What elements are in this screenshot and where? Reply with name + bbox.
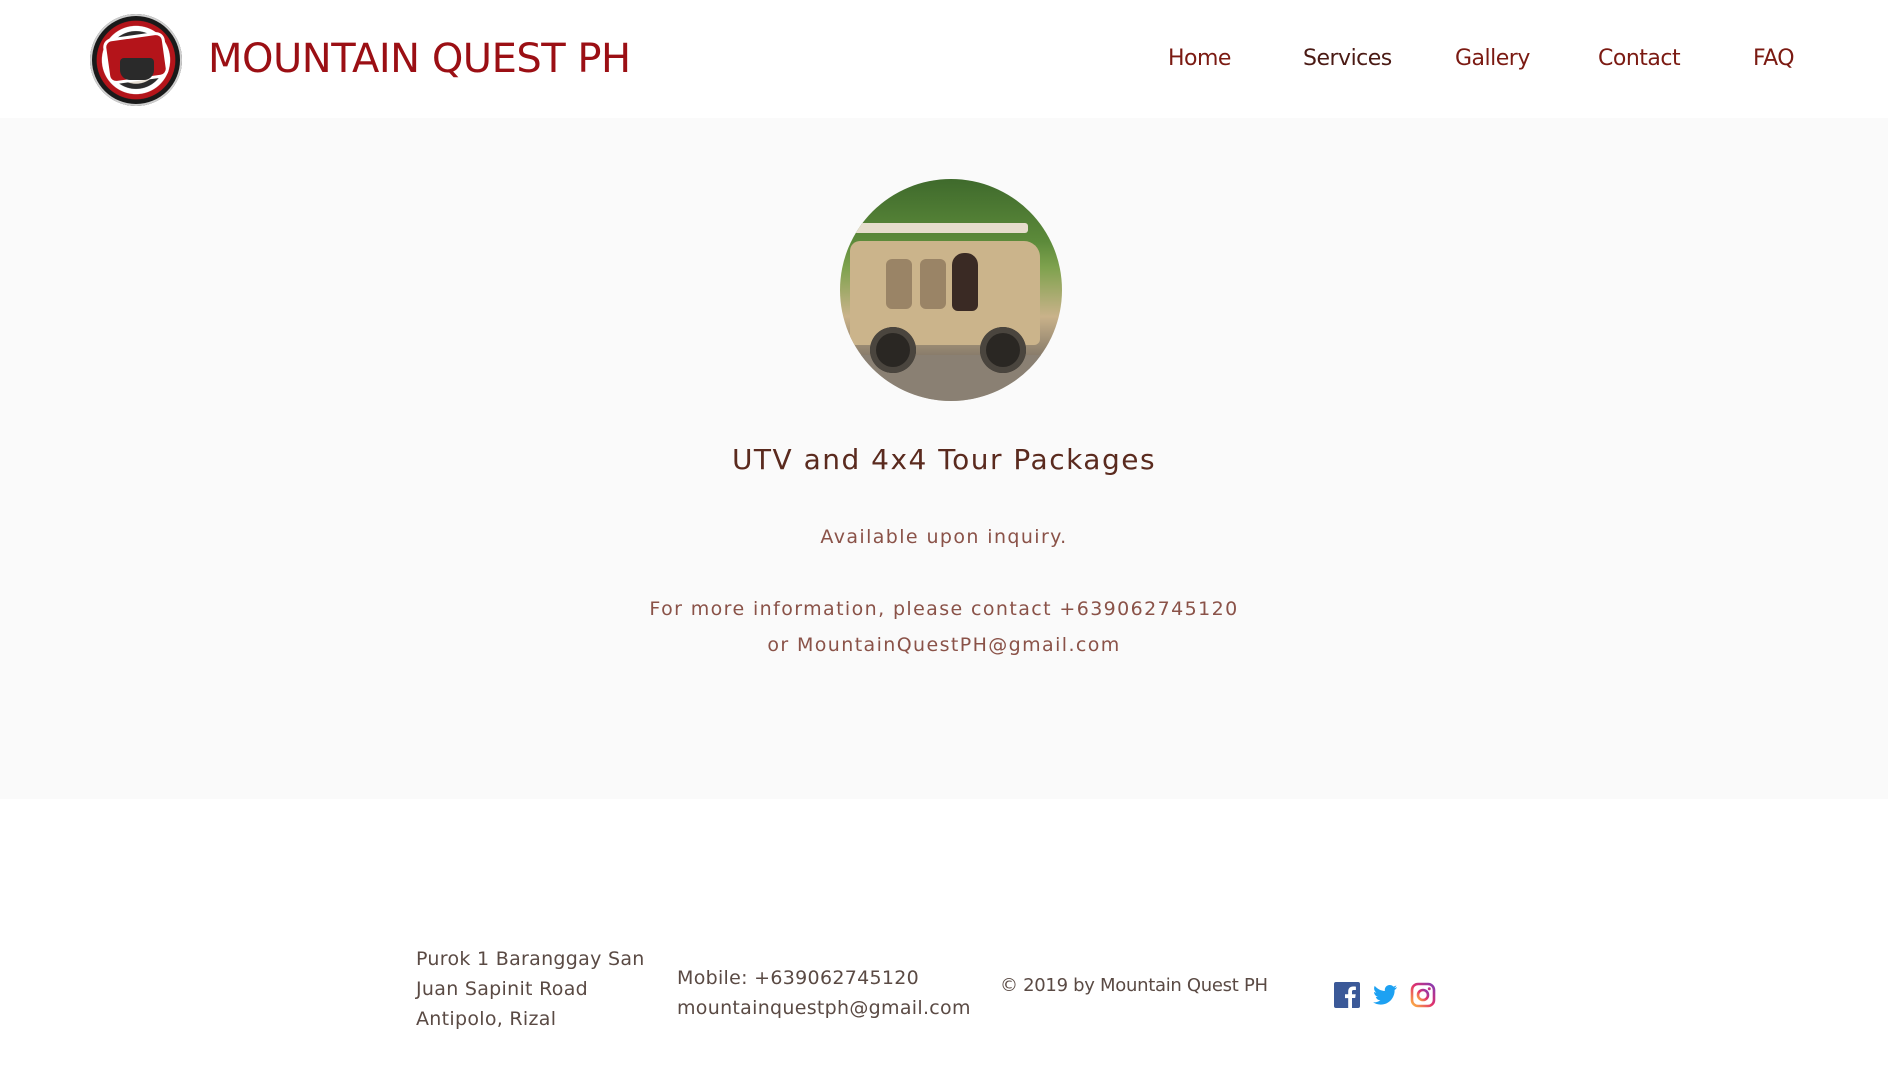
footer-email-link[interactable]: mountainquestph@gmail.com bbox=[677, 993, 971, 1023]
services-section: UTV and 4x4 Tour Packages Available upon… bbox=[0, 118, 1888, 799]
twitter-icon[interactable] bbox=[1372, 982, 1398, 1008]
nav-item-faq[interactable]: FAQ bbox=[1753, 46, 1795, 71]
nav-item-contact[interactable]: Contact bbox=[1598, 46, 1681, 71]
photo-seat bbox=[886, 259, 912, 309]
address-line: Antipolo, Rizal bbox=[416, 1008, 557, 1030]
utv-photo bbox=[840, 179, 1062, 401]
footer-copyright: © 2019 by Mountain Quest PH bbox=[1000, 975, 1268, 996]
photo-seat bbox=[920, 259, 946, 309]
more-info-text: For more information, please contact +63… bbox=[649, 598, 1239, 620]
package-title: UTV and 4x4 Tour Packages bbox=[731, 443, 1157, 476]
photo-vehicle-roof bbox=[852, 223, 1028, 233]
photo-wheel bbox=[870, 327, 916, 373]
footer-address: Purok 1 Baranggay San Juan Sapinit Road … bbox=[416, 944, 645, 1034]
mountain-quest-logo-icon[interactable] bbox=[90, 14, 182, 106]
photo-wheel bbox=[980, 327, 1026, 373]
nav-item-home[interactable]: Home bbox=[1168, 46, 1231, 71]
photo-driver bbox=[952, 253, 978, 311]
footer-mobile: Mobile: +639062745120 bbox=[677, 967, 920, 989]
availability-text: Available upon inquiry. bbox=[820, 526, 1068, 548]
address-line: Juan Sapinit Road bbox=[416, 978, 588, 1000]
more-info-email-text: or MountainQuestPH@gmail.com bbox=[767, 634, 1121, 656]
main-nav: Home Services Gallery Contact FAQ bbox=[1150, 46, 1850, 80]
instagram-icon[interactable] bbox=[1410, 982, 1436, 1008]
atv-icon bbox=[120, 58, 154, 80]
address-line: Purok 1 Baranggay San bbox=[416, 948, 645, 970]
facebook-icon[interactable] bbox=[1334, 982, 1360, 1008]
nav-item-gallery[interactable]: Gallery bbox=[1455, 46, 1530, 71]
nav-item-services[interactable]: Services bbox=[1303, 46, 1392, 71]
site-header: MOUNTAIN QUEST PH Home Services Gallery … bbox=[0, 0, 1888, 118]
footer-contact: Mobile: +639062745120 mountainquestph@gm… bbox=[677, 963, 971, 1023]
site-title[interactable]: MOUNTAIN QUEST PH bbox=[208, 36, 631, 82]
